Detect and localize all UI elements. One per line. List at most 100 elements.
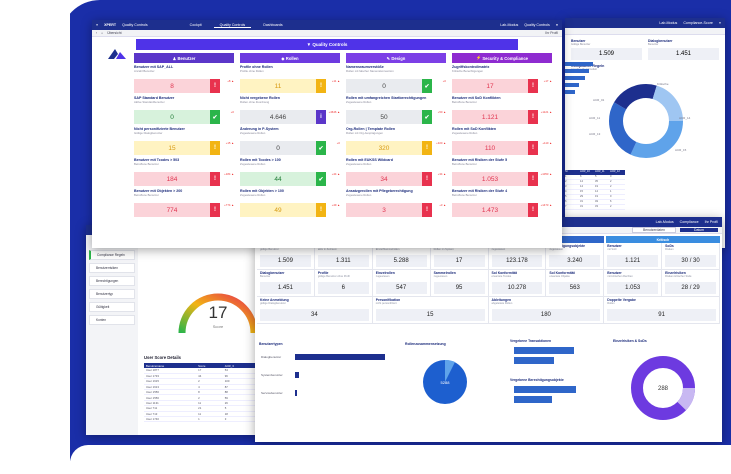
back-dashboard-window: Lab-Modus Compliance-Score ≡ Benutzer Gü… [565,18,725,248]
date-filter[interactable]: Datum [680,228,718,232]
kpi-value: 30 / 30 [665,255,716,267]
nav-user-type[interactable]: Benutzertyp [89,289,135,299]
kpi-value: 180 [491,309,601,321]
kpi-subtitle: nicht personifiziert [375,302,397,305]
cat-benutzer[interactable]: ♟ Benutzer [134,53,234,63]
alert-icon: ! [528,141,538,155]
table-cell: 6 [580,175,582,178]
kpi-card[interactable]: SoI Konformität erwartete Tcodes 10.278 [488,270,547,297]
quality-tile[interactable]: Rollen mit EUKSS Wildcard Zugewiesene Rol… [346,158,446,187]
nav-validity[interactable]: Gültigkeit [89,302,135,312]
table-cell: 1 [196,416,223,423]
nav-user-risks[interactable]: Benutzerrisiken [89,263,135,273]
tile-value: 3 [346,203,422,217]
kpi-card[interactable]: Sammelrollen zugewiesen 95 [430,270,489,297]
cat-rollen[interactable]: ◆ Rollen [240,53,340,63]
quality-tile[interactable]: Benutzer mit Tcodes > 503 Betroffene Benu… [134,158,234,187]
tab-quality-controls[interactable]: Quality Controls [213,23,252,28]
quality-tile[interactable]: Benutzer mit SAP_ALL Anzahl Benutzer 8! +8 … [134,65,234,94]
breadcrumb[interactable]: Übersicht [107,31,121,35]
kpi-card[interactable]: Einzelrisiken Risiken kritischer Stufe 28 … [662,270,720,297]
kpi-value: 5.288 [375,255,427,267]
user-icon[interactable]: ● [556,23,558,27]
quality-tile[interactable]: Profile ohne Rollen Profile ohne Rollen 11… [240,65,340,94]
user-filter[interactable]: Benutzerdaten [631,227,676,233]
table-cell: 0 [610,195,612,198]
kpi-dashboard-window: Lab-Modus Compliance Ihr Profil Benutzer… [255,217,722,442]
xpert-logo [106,47,130,61]
back-menu-icon[interactable]: ≡ [719,21,721,25]
tile-delta: +50 ▲ [437,110,446,114]
home-icon[interactable]: ⌂ [101,31,103,35]
kpi-card[interactable]: Personifikation nicht personifiziert 15 [372,297,489,324]
info-icon: i [316,110,326,124]
alert-icon: ! [528,203,538,217]
donut-label: ACR_01 [593,98,605,102]
kpi-value: 1.311 [317,255,369,267]
tile-subtitle: Zugewiesene Rollen [346,162,372,166]
quality-tile[interactable]: Benutzer mit SoD Konflikten Betroffene Be… [452,96,552,125]
quality-tile[interactable]: Zugriffskontrollmatrix Kritische Berechti… [452,65,552,94]
table-row[interactable]: 7 31 33 2 [565,205,625,210]
kpi-value: 1.053 [607,282,659,294]
back-action-score[interactable]: Compliance-Score [683,21,713,25]
back-action-lab[interactable]: Lab-Modus [659,21,677,25]
back-icon[interactable]: ‹ [96,31,97,35]
quality-tile[interactable]: Rollen mit SoD Konflikten Zugewiesene Rol… [452,127,552,156]
menu-icon[interactable]: ≡ [96,23,98,27]
quality-tile[interactable]: SAP Standard Benutzer Aktive Standardbenu… [134,96,234,125]
table-cell: 2 [610,205,612,208]
quality-tile[interactable]: Namensraumverstöße Rollen mit falscher Na… [346,65,446,94]
quality-tile[interactable]: Benutzer mit Risiken der Stufe 5 Betroffe… [452,158,552,187]
kpi-card[interactable]: Dialogbenutzer Benutzer 1.451 [257,270,315,297]
quality-tile[interactable]: Nicht personifizierte Benutzer Gültige Di… [134,127,234,156]
quality-tile[interactable]: Benutzer mit Objekten > 200 Betroffene Be… [134,189,234,218]
right-action-profile[interactable]: Ihr Profil [705,220,718,224]
bar [295,354,385,360]
right-action-lab[interactable]: Lab-Modus [656,220,674,224]
kpi-value: 563 [549,282,601,294]
quality-tile[interactable]: Änderung in P-System Zugewiesene Rollen 0 ✔… [240,127,340,156]
check-icon: ✔ [316,172,326,186]
tab-dashboards[interactable]: Dashboards [257,23,288,27]
cat-design[interactable]: ✎ Design [346,53,446,63]
alert-icon: ! [528,110,538,124]
tab-cockpit[interactable]: Cockpit [184,23,208,27]
kpi-card[interactable]: Einzelrollen zugewiesen 547 [372,270,431,297]
action-lab[interactable]: Lab-Modus [500,23,518,27]
tile-subtitle: Anzahl Benutzer [134,69,155,73]
kpi-card[interactable]: SoI Konformität erwartete Objekte 563 [546,270,605,297]
kpi-value: 28 / 29 [665,282,716,294]
kpi-subtitle: erwartete Objekte [549,275,570,278]
cat-security[interactable]: ⚡ Security & Compliance [452,53,552,63]
nav-authorizations[interactable]: Berechtigungen [89,276,135,286]
donut-label: ACR_15 [675,148,687,152]
quality-tile[interactable]: Nicht vergebene Rollen Rollen ohne Zuordn… [240,96,340,125]
nav-accounts[interactable]: Konten [89,315,135,325]
action-quality[interactable]: Quality Controls [524,23,550,27]
kpi-card[interactable]: Doppelte Vergabe Rollen 91 [604,297,720,324]
nav-compliance-rules[interactable]: Compliance Regeln [89,250,135,260]
quality-tile[interactable]: Rollen mit Tcodes > 100 Zugewiesene Rolle… [240,158,340,187]
kpi-card[interactable]: Keine Anmeldung gültige Dialogbenutzer 34 [257,297,373,324]
quality-tile[interactable]: Ansatzgerollen mit Pflegeberechtigung Zug… [346,189,446,218]
kpi-card[interactable]: Ableitungen abgeleitete Rollen 180 [488,297,605,324]
tile-subtitle: Zugewiesene Rollen [240,162,266,166]
kpi-card[interactable]: Profile gültige Benutzer ohne Profil 6 [314,270,373,297]
quality-tile[interactable]: Benutzer mit Risiken der Stufe 4 Betroffe… [452,189,552,218]
quality-tile[interactable]: Rollen mit Objekten > 100 Zugewiesene Rol… [240,189,340,218]
bar [514,357,554,364]
quality-tile[interactable]: Org-Rollen | Template Rollen Rollen mit O… [346,127,446,156]
alert-icon: ! [210,172,220,186]
donut-center-value: 288 [658,386,669,392]
profile-link[interactable]: Ihr Profil [545,31,558,35]
kpi-card[interactable]: SoDs Risiken 30 / 30 [662,243,720,270]
tile-value: 184 [134,172,210,186]
tile-delta: +0 [230,110,234,114]
quality-tile[interactable]: Rollen mit umfangreichen Startberechtigu… [346,96,446,125]
tile-delta: +8 ▲ [227,79,234,83]
kpi-card[interactable]: Benutzer mit kritischen Rechten 1.053 [604,270,663,297]
kpi-subtitle: aktiv in Zeitraum [317,248,337,251]
right-action-compliance[interactable]: Compliance [680,220,699,224]
kpi-card[interactable]: Benutzer mit SoD 1.121 [604,243,663,270]
